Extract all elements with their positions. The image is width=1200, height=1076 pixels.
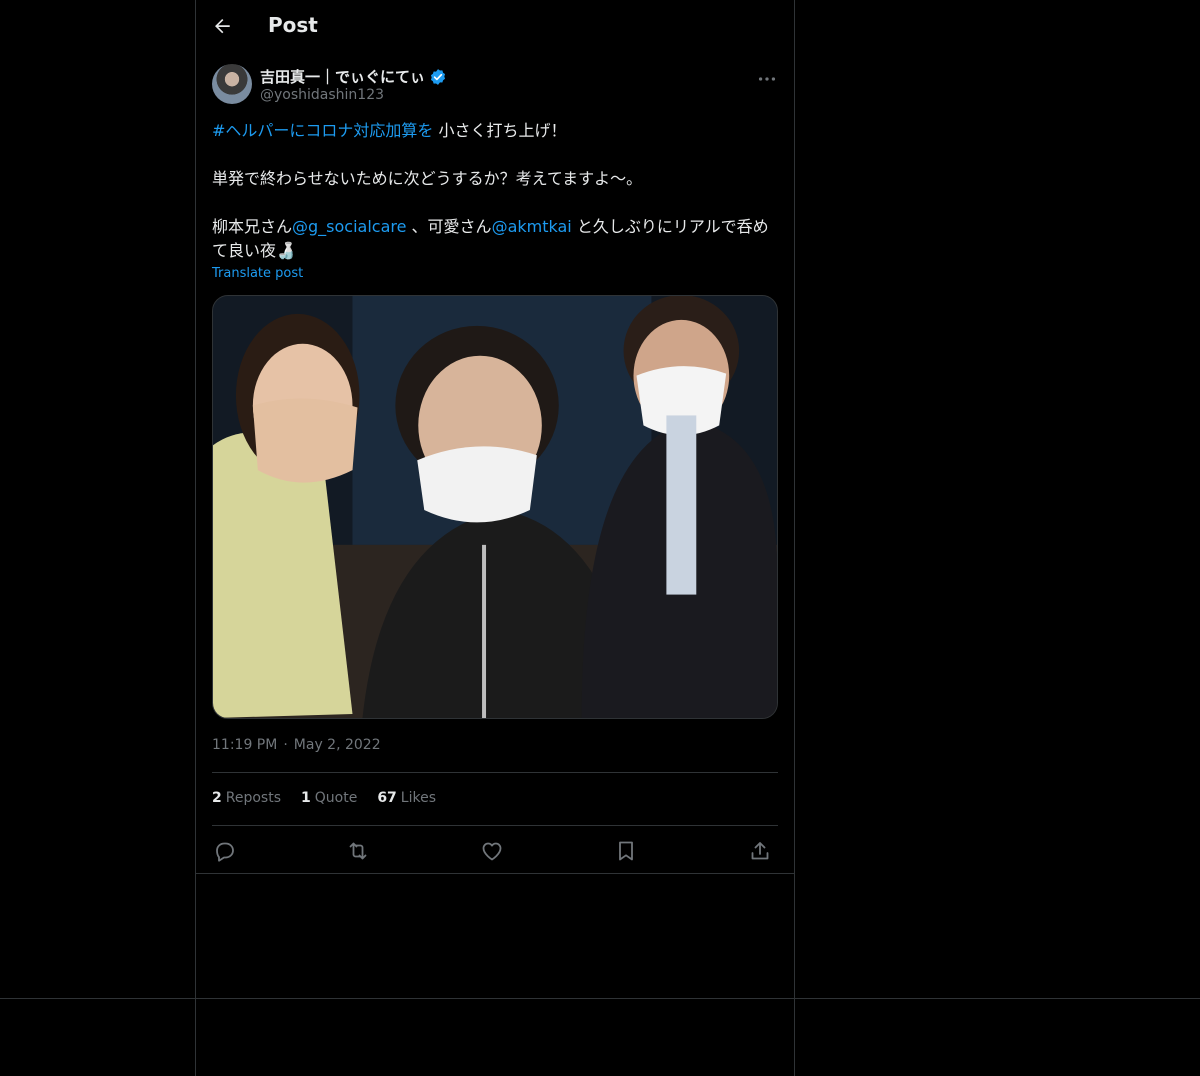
quotes-label: Quote: [314, 790, 358, 806]
author-name-row: 吉田真一｜でぃぐにてぃ: [260, 66, 447, 87]
reposts-stat[interactable]: 2 Reposts: [212, 790, 281, 806]
post-line-1-text: 小さく打ち上げ！: [433, 121, 567, 140]
share-icon[interactable]: [748, 839, 772, 863]
reposts-label: Reposts: [225, 790, 281, 806]
post-time: 11:19 PM: [212, 737, 278, 753]
quotes-stat[interactable]: 1 Quote: [301, 790, 357, 806]
reposts-count: 2: [212, 790, 222, 806]
more-horizontal-icon[interactable]: [756, 68, 778, 90]
post-line-3-b: 、可愛さん: [406, 217, 492, 236]
like-icon[interactable]: [480, 839, 504, 863]
repost-icon[interactable]: [346, 839, 370, 863]
verified-badge-icon: [430, 68, 446, 85]
likes-label: Likes: [400, 790, 437, 806]
post-bottom-divider: [196, 873, 794, 874]
primary-column: Post 吉田真一｜でぃぐにてぃ @yoshidashin123 #ヘルパーにコ…: [195, 0, 795, 1076]
quotes-count: 1: [301, 790, 311, 806]
mention-link-2[interactable]: @akmtkai: [492, 217, 572, 236]
photo-illustration: [213, 296, 777, 718]
engagement-stats: 2 Reposts 1 Quote 67 Likes: [212, 790, 436, 806]
post-image[interactable]: [212, 295, 778, 719]
post-text: #ヘルパーにコロナ対応加算を 小さく打ち上げ！ 単発で終わらせないために次どうす…: [212, 119, 778, 263]
mention-link-1[interactable]: @g_socialcare: [292, 217, 406, 236]
post-author: 吉田真一｜でぃぐにてぃ @yoshidashin123: [212, 64, 778, 108]
avatar[interactable]: [212, 64, 252, 104]
divider: [212, 825, 778, 826]
author-handle[interactable]: @yoshidashin123: [260, 87, 384, 103]
post-line-3: 柳本兄さん@g_socialcare 、可愛さん@akmtkai と久しぶりにリ…: [212, 215, 778, 263]
divider: [212, 772, 778, 773]
arrow-left-icon[interactable]: [212, 16, 234, 38]
timestamp-separator: ·: [283, 737, 288, 753]
page-title: Post: [268, 13, 318, 37]
post-timestamp[interactable]: 11:19 PM · May 2, 2022: [212, 737, 381, 753]
translate-post-link[interactable]: Translate post: [212, 266, 303, 281]
hashtag-link[interactable]: #ヘルパーにコロナ対応加算を: [212, 121, 433, 140]
page-header: Post: [196, 0, 794, 54]
post-line-2: 単発で終わらせないために次どうするか？考えてますよ〜。: [212, 169, 643, 188]
author-display-name[interactable]: 吉田真一｜でぃぐにてぃ: [260, 66, 425, 87]
bookmark-icon[interactable]: [614, 839, 638, 863]
action-bar: [212, 836, 778, 866]
post-date: May 2, 2022: [293, 737, 381, 753]
likes-stat[interactable]: 67 Likes: [377, 790, 436, 806]
post-line-1: #ヘルパーにコロナ対応加算を 小さく打ち上げ！: [212, 119, 778, 143]
likes-count: 67: [377, 790, 397, 806]
post-line-3-a: 柳本兄さん: [212, 217, 293, 236]
reply-icon[interactable]: [212, 839, 236, 863]
